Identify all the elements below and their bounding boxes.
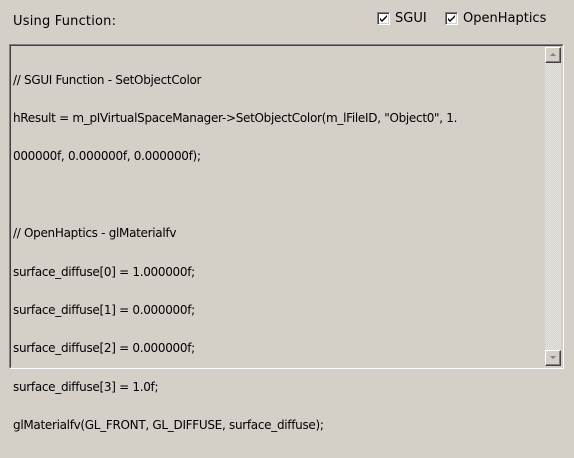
scroll-up-button[interactable] xyxy=(545,47,561,63)
code-line: surface_diffuse[2] = 0.000000f; xyxy=(13,341,195,356)
code-line: 000000f, 0.000000f, 0.000000f); xyxy=(13,149,201,164)
sgui-checkbox[interactable] xyxy=(377,12,390,25)
openhaptics-checkbox-group[interactable]: OpenHaptics xyxy=(445,11,546,26)
using-function-label: Using Function: xyxy=(13,14,117,29)
checkmark-icon xyxy=(448,15,455,22)
arrow-up-icon xyxy=(550,53,556,56)
scroll-down-button[interactable] xyxy=(545,350,561,366)
code-line: // OpenHaptics - glMaterialfv xyxy=(13,226,177,241)
vertical-scrollbar[interactable] xyxy=(545,47,561,366)
arrow-down-icon xyxy=(550,356,556,359)
openhaptics-checkbox[interactable] xyxy=(445,12,458,25)
sgui-checkbox-label[interactable]: SGUI xyxy=(395,11,427,26)
openhaptics-checkbox-label[interactable]: OpenHaptics xyxy=(463,11,546,26)
code-line: hResult = m_pIVirtualSpaceManager->SetOb… xyxy=(13,110,458,125)
sgui-checkbox-group[interactable]: SGUI xyxy=(377,11,427,26)
code-line: // SGUI Function - SetObjectColor xyxy=(13,72,202,87)
using-function-panel: Using Function: SGUI OpenHaptics // SGUI… xyxy=(0,0,574,431)
function-code-text[interactable]: // SGUI Function - SetObjectColor hResul… xyxy=(13,48,543,458)
function-code-textarea-inner: // SGUI Function - SetObjectColor hResul… xyxy=(10,45,563,431)
code-line: surface_diffuse[1] = 0.000000f; xyxy=(13,302,195,317)
code-line: surface_diffuse[0] = 1.000000f; xyxy=(13,264,195,279)
function-code-textarea[interactable]: // SGUI Function - SetObjectColor hResul… xyxy=(9,44,564,431)
checkmark-icon xyxy=(380,15,387,22)
code-line: surface_diffuse[3] = 1.0f; xyxy=(13,379,159,394)
code-line: glMaterialfv(GL_FRONT, GL_DIFFUSE, surfa… xyxy=(13,418,324,433)
